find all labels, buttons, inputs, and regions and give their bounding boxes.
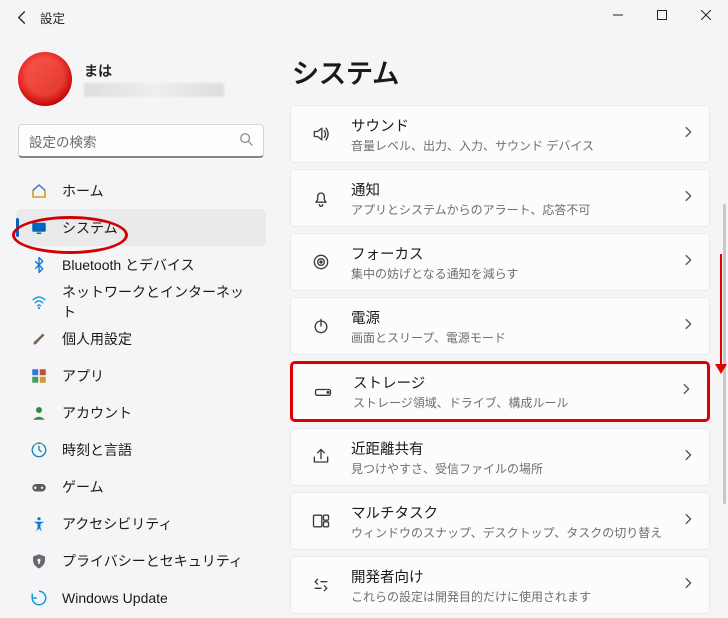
card-title: マルチタスク <box>351 502 681 523</box>
chevron-right-icon <box>681 512 695 531</box>
back-button[interactable] <box>8 3 36 31</box>
card-title: 電源 <box>351 307 681 328</box>
sound-icon <box>305 124 337 144</box>
card-description: アプリとシステムからのアラート、応答不可 <box>351 201 681 218</box>
card-title: サウンド <box>351 115 681 136</box>
settings-card-list: サウンド 音量レベル、出力、入力、サウンド デバイス 通知 アプリとシステムから… <box>290 105 710 614</box>
sidebar-item-system[interactable]: システム <box>16 209 266 246</box>
titlebar: 設定 <box>0 0 728 34</box>
card-description: これらの設定は開発目的だけに使用されます <box>351 588 681 605</box>
sidebar-item-update[interactable]: Windows Update <box>16 579 266 616</box>
sidebar-item-brush[interactable]: 個人用設定 <box>16 320 266 357</box>
card-description: ストレージ領域、ドライブ、構成ルール <box>353 394 679 411</box>
sidebar-item-label: システム <box>62 218 118 238</box>
page-title: システム <box>292 52 710 91</box>
sidebar-item-game[interactable]: ゲーム <box>16 468 266 505</box>
avatar <box>18 52 72 106</box>
sidebar-item-privacy[interactable]: プライバシーとセキュリティ <box>16 542 266 579</box>
sidebar-item-label: ホーム <box>62 181 104 201</box>
arrow-left-icon <box>15 10 30 25</box>
storage-icon <box>307 382 339 402</box>
sidebar-item-label: ゲーム <box>62 477 104 497</box>
chevron-right-icon <box>681 189 695 208</box>
sidebar-item-account[interactable]: アカウント <box>16 394 266 431</box>
bluetooth-icon <box>30 256 48 274</box>
settings-card-share[interactable]: 近距離共有 見つけやすさ、受信ファイルの場所 <box>290 428 710 486</box>
sidebar-item-label: アカウント <box>62 403 132 423</box>
card-description: 音量レベル、出力、入力、サウンド デバイス <box>351 137 681 154</box>
search-icon <box>239 132 253 149</box>
scrollbar[interactable] <box>723 204 726 504</box>
chevron-right-icon <box>681 125 695 144</box>
search-placeholder: 設定の検索 <box>29 131 239 151</box>
minimize-button[interactable] <box>596 0 640 30</box>
settings-card-sound[interactable]: サウンド 音量レベル、出力、入力、サウンド デバイス <box>290 105 710 163</box>
sidebar-item-home[interactable]: ホーム <box>16 172 266 209</box>
sidebar: まは 設定の検索 ホームシステム Bluetooth とデバイスネットワークとイン… <box>0 34 276 618</box>
bell-icon <box>305 188 337 208</box>
chevron-right-icon <box>679 382 693 401</box>
game-icon <box>30 478 48 496</box>
profile-name: まは <box>84 61 224 81</box>
sidebar-item-label: 個人用設定 <box>62 329 132 349</box>
window-title: 設定 <box>40 8 65 27</box>
account-icon <box>30 404 48 422</box>
chevron-right-icon <box>681 448 695 467</box>
settings-card-bell[interactable]: 通知 アプリとシステムからのアラート、応答不可 <box>290 169 710 227</box>
system-icon <box>30 219 48 237</box>
settings-card-dev[interactable]: 開発者向け これらの設定は開発目的だけに使用されます <box>290 556 710 614</box>
sidebar-item-apps[interactable]: アプリ <box>16 357 266 394</box>
sidebar-item-label: アプリ <box>62 366 104 386</box>
sidebar-item-label: プライバシーとセキュリティ <box>62 551 243 571</box>
card-description: 集中の妨げとなる通知を減らす <box>351 265 681 282</box>
chevron-right-icon <box>681 253 695 272</box>
sidebar-nav: ホームシステム Bluetooth とデバイスネットワークとインターネット個人用設… <box>10 172 272 616</box>
sidebar-item-label: ネットワークとインターネット <box>62 282 254 322</box>
card-title: 開発者向け <box>351 566 681 587</box>
maximize-button[interactable] <box>640 0 684 30</box>
update-icon <box>30 589 48 607</box>
settings-card-power[interactable]: 電源 画面とスリープ、電源モード <box>290 297 710 355</box>
focus-icon <box>305 252 337 272</box>
dev-icon <box>305 575 337 595</box>
card-title: ストレージ <box>353 372 679 393</box>
settings-card-multitask[interactable]: マルチタスク ウィンドウのスナップ、デスクトップ、タスクの切り替え <box>290 492 710 550</box>
card-description: ウィンドウのスナップ、デスクトップ、タスクの切り替え <box>351 524 681 541</box>
card-description: 画面とスリープ、電源モード <box>351 329 681 346</box>
wifi-icon <box>30 293 48 311</box>
time-icon <box>30 441 48 459</box>
home-icon <box>30 182 48 200</box>
share-icon <box>305 447 337 467</box>
access-icon <box>30 515 48 533</box>
sidebar-item-label: アクセシビリティ <box>62 514 172 534</box>
sidebar-item-label: Windows Update <box>62 590 168 606</box>
sidebar-item-access[interactable]: アクセシビリティ <box>16 505 266 542</box>
scroll-down-arrow-annotation <box>720 254 722 364</box>
settings-card-storage[interactable]: ストレージ ストレージ領域、ドライブ、構成ルール <box>290 361 710 422</box>
settings-card-focus[interactable]: フォーカス 集中の妨げとなる通知を減らす <box>290 233 710 291</box>
card-title: 近距離共有 <box>351 438 681 459</box>
power-icon <box>305 316 337 336</box>
brush-icon <box>30 330 48 348</box>
close-button[interactable] <box>684 0 728 30</box>
sidebar-item-label: Bluetooth とデバイス <box>62 255 195 275</box>
sidebar-item-wifi[interactable]: ネットワークとインターネット <box>16 283 266 320</box>
card-description: 見つけやすさ、受信ファイルの場所 <box>351 460 681 477</box>
profile-sub-blur <box>84 83 224 97</box>
privacy-icon <box>30 552 48 570</box>
card-title: フォーカス <box>351 243 681 264</box>
sidebar-item-time[interactable]: 時刻と言語 <box>16 431 266 468</box>
profile-block[interactable]: まは <box>10 46 272 118</box>
search-input[interactable]: 設定の検索 <box>18 124 264 158</box>
card-title: 通知 <box>351 179 681 200</box>
chevron-right-icon <box>681 576 695 595</box>
multitask-icon <box>305 511 337 531</box>
content-area: システム サウンド 音量レベル、出力、入力、サウンド デバイス 通知 アプリとシ… <box>276 34 728 618</box>
sidebar-item-bluetooth[interactable]: Bluetooth とデバイス <box>16 246 266 283</box>
sidebar-item-label: 時刻と言語 <box>62 440 132 460</box>
chevron-right-icon <box>681 317 695 336</box>
apps-icon <box>30 367 48 385</box>
window-controls <box>596 0 728 30</box>
